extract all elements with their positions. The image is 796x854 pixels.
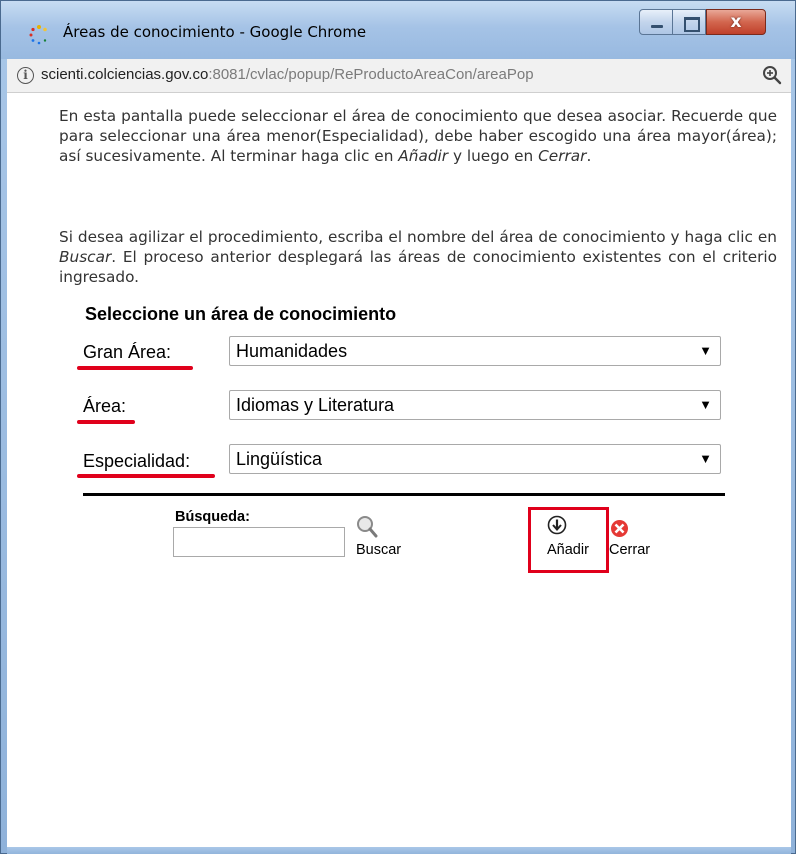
instructions-text-2: y luego en [448,147,539,165]
close-icon[interactable] [610,519,629,538]
hint-search-word: Buscar [59,248,112,266]
instructions-paragraph: En esta pantalla puede seleccionar el ár… [59,106,777,166]
especialidad-select[interactable]: Lingüística ▼ [229,444,721,474]
buscar-button[interactable]: Buscar [356,542,401,558]
download-arrow-icon[interactable] [547,515,567,535]
dropdown-arrow-icon: ▼ [699,397,712,412]
gran-area-label-text: Gran Área [83,342,167,362]
hint-text: Si desea agilizar el procedimiento, escr… [59,228,777,246]
minimize-button[interactable] [639,9,673,35]
search-hint-paragraph: Si desea agilizar el procedimiento, escr… [59,227,777,287]
maximize-icon [673,10,705,34]
dropdown-arrow-icon: ▼ [699,451,712,466]
search-icon[interactable] [356,515,378,539]
hint-text-2: . El proceso anterior desplegará las áre… [59,248,777,286]
instructions-add-word: Añadir [398,147,449,165]
especialidad-highlight [77,474,215,478]
instructions-close-word: Cerrar [538,147,587,165]
search-label: Búsqueda: [175,509,250,525]
gran-area-selected: Humanidades [236,341,348,361]
search-input[interactable] [173,527,345,557]
url-text[interactable]: scienti.colciencias.gov.co:8081/cvlac/po… [41,66,534,83]
colon: : [166,342,172,362]
chrome-loading-icon [29,25,47,45]
divider [83,493,725,496]
colon: : [121,396,127,416]
gran-area-select[interactable]: Humanidades ▼ [229,336,721,366]
instructions-text-3: . [586,147,592,165]
area-highlight [77,420,135,424]
especialidad-label: Especialidad: [83,451,190,472]
gran-area-label: Gran Área: [83,342,171,363]
minimize-icon [640,10,672,34]
area-label-text: Área [83,396,122,416]
address-bar[interactable]: i scienti.colciencias.gov.co:8081/cvlac/… [7,59,791,93]
close-window-button[interactable]: x [706,9,766,35]
area-select[interactable]: Idiomas y Literatura ▼ [229,390,721,420]
url-path: :8081/cvlac/popup/ReProductoAreaCon/area… [208,66,534,83]
close-icon: x [730,12,742,32]
area-selected: Idiomas y Literatura [236,395,395,415]
cerrar-button[interactable]: Cerrar [609,542,650,558]
info-icon[interactable]: i [17,67,34,84]
anadir-highlight-box [528,507,609,573]
window-bottom-border [7,847,791,854]
window-title: Áreas de conocimiento - Google Chrome [63,23,367,41]
zoom-icon[interactable] [761,64,783,86]
title-bar[interactable]: Áreas de conocimiento - Google Chrome x [1,1,795,59]
gran-area-highlight [77,366,193,370]
especialidad-label-text: Especialidad [83,451,186,471]
form-title: Seleccione un área de conocimiento [85,304,397,324]
colon: : [185,451,191,471]
especialidad-selected: Lingüística [236,449,323,469]
browser-window: Áreas de conocimiento - Google Chrome x … [0,0,796,854]
maximize-button[interactable] [672,9,706,35]
anadir-button[interactable]: Añadir [547,542,589,558]
area-label: Área: [83,396,126,417]
url-host: scienti.colciencias.gov.co [41,66,209,83]
dropdown-arrow-icon: ▼ [699,343,712,358]
page-content: En esta pantalla puede seleccionar el ár… [7,93,791,849]
